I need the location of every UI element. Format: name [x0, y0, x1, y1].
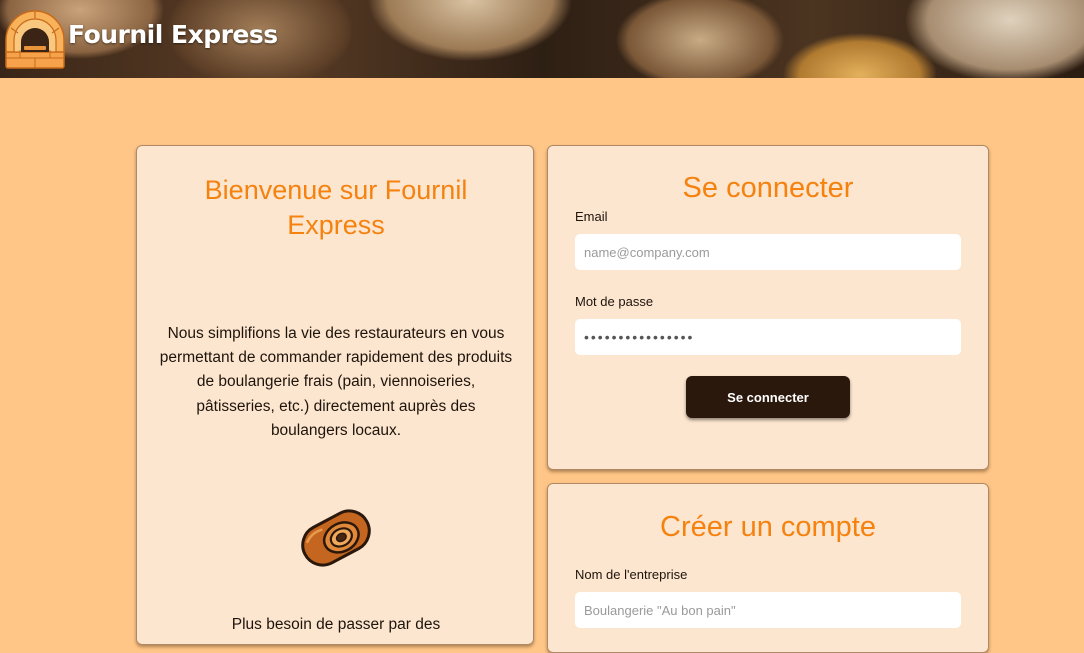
login-button[interactable]: Se connecter: [686, 376, 850, 418]
welcome-title: Bienvenue sur Fournil Express: [204, 175, 468, 240]
email-field[interactable]: [575, 234, 961, 270]
brand-name[interactable]: Fournil Express: [68, 20, 278, 49]
welcome-description: Nous simplifions la vie des restaurateur…: [159, 325, 513, 439]
login-card: Se connecter Email Mot de passe Se conne…: [547, 145, 989, 470]
signup-title: Créer un compte: [660, 511, 876, 543]
signup-card: Créer un compte Nom de l'entreprise: [547, 483, 989, 653]
welcome-more-text: Plus besoin de passer par des: [231, 616, 441, 633]
email-label: Email: [575, 209, 608, 224]
company-name-field[interactable]: [575, 592, 961, 628]
welcome-card: Bienvenue sur Fournil Express Nous simpl…: [136, 145, 534, 645]
header-banner: Fournil Express: [0, 0, 1084, 78]
company-name-label: Nom de l'entreprise: [575, 567, 688, 582]
password-label: Mot de passe: [575, 294, 654, 309]
bread-oven-icon: [5, 10, 65, 69]
login-title: Se connecter: [682, 172, 854, 204]
password-field[interactable]: [575, 319, 961, 355]
pain-au-chocolat-icon: [301, 509, 371, 567]
